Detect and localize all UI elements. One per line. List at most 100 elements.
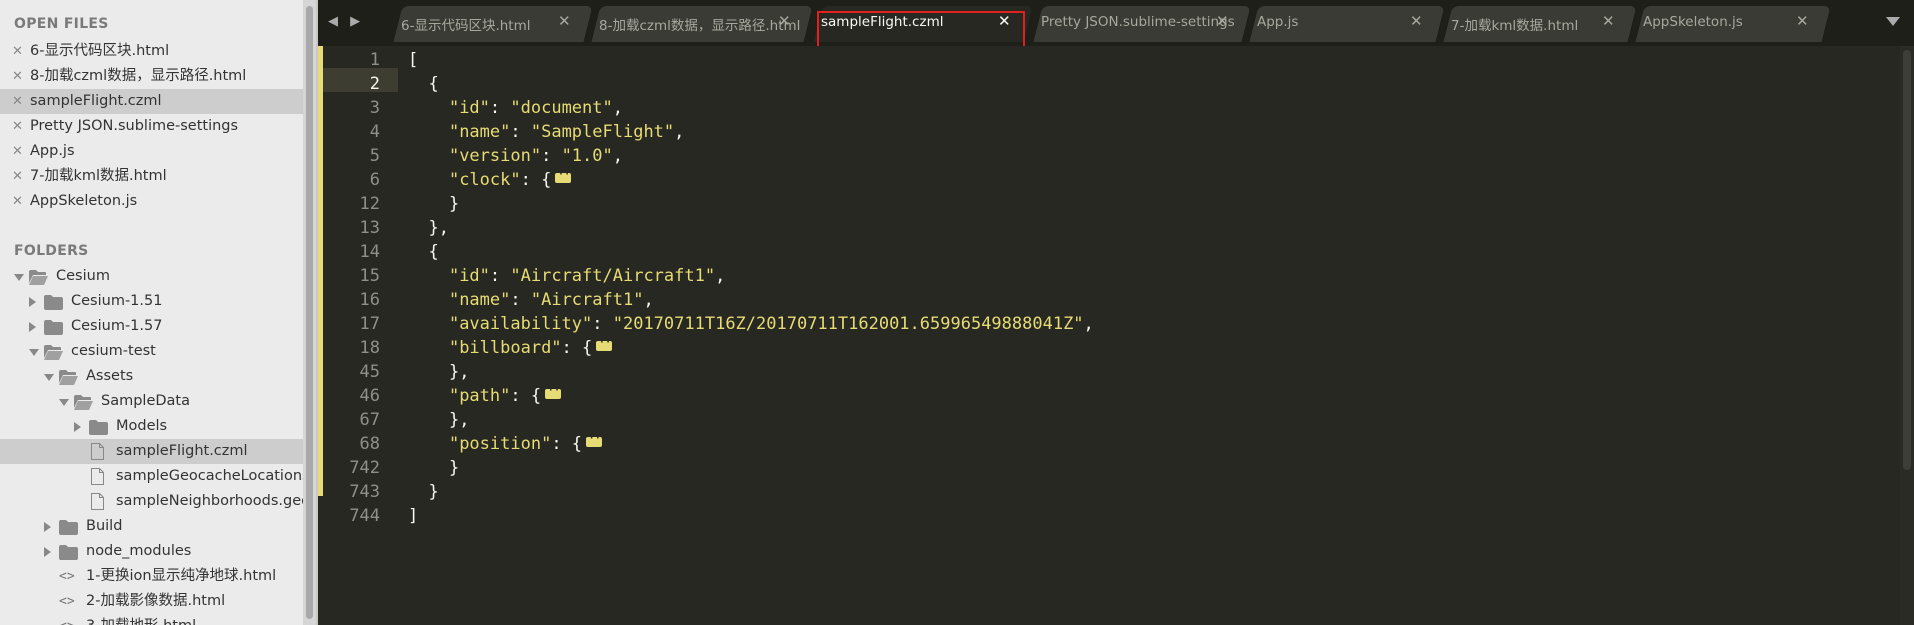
sidebar-scrollbar[interactable]	[303, 0, 316, 625]
open-file-item[interactable]: ✕ 8-加载czml数据，显示路径.html	[0, 64, 303, 89]
close-icon[interactable]: ✕	[12, 164, 23, 189]
tree-item[interactable]: Build	[0, 514, 303, 539]
disclosure-right-icon[interactable]	[29, 322, 36, 332]
disclosure-down-icon[interactable]	[59, 399, 69, 406]
tree-item[interactable]: Assets	[0, 364, 303, 389]
code-line[interactable]: "billboard": {	[408, 335, 617, 358]
open-file-item[interactable]: ✕ sampleFlight.czml	[0, 89, 303, 114]
line-number: 15	[359, 266, 380, 286]
line-number: 2	[369, 74, 380, 94]
close-icon[interactable]: ✕	[12, 114, 23, 139]
code-text: : "20170711T16Z/20170711T162001.65996549…	[592, 314, 1094, 334]
code-text: : "document",	[489, 98, 623, 118]
open-file-item[interactable]: ✕ Pretty JSON.sublime-settings	[0, 114, 303, 139]
tab-close-icon[interactable]: ✕	[1602, 12, 1615, 30]
open-file-item[interactable]: ✕ AppSkeleton.js	[0, 189, 303, 214]
tree-item[interactable]: Models	[0, 414, 303, 439]
close-icon[interactable]: ✕	[12, 39, 23, 64]
code-line[interactable]: }	[408, 482, 438, 502]
tree-item[interactable]: <> 1-更换ion显示纯净地球.html	[0, 564, 303, 589]
disclosure-right-icon[interactable]	[44, 522, 51, 532]
line-number: 68	[359, 434, 380, 454]
tab-label[interactable]: 8-加载czml数据，显示路径.html	[599, 14, 800, 34]
tree-item[interactable]: node_modules	[0, 539, 303, 564]
disclosure-right-icon[interactable]	[44, 547, 51, 557]
close-icon[interactable]: ✕	[12, 89, 23, 114]
disclosure-down-icon[interactable]	[29, 349, 39, 356]
tab-close-icon[interactable]: ✕	[778, 12, 791, 30]
folder-open-icon	[44, 344, 63, 360]
open-file-item[interactable]: ✕ 6-显示代码区块.html	[0, 39, 303, 64]
tree-item[interactable]: sampleGeocacheLocations.k	[0, 464, 303, 489]
code-line[interactable]: "name": "Aircraft1",	[408, 290, 654, 310]
tab-label[interactable]: 6-显示代码区块.html	[401, 14, 531, 34]
tree-item[interactable]: sampleFlight.czml	[0, 439, 303, 464]
disclosure-down-icon[interactable]	[14, 274, 24, 281]
tab-close-icon[interactable]: ✕	[1216, 12, 1229, 30]
code-line[interactable]: },	[408, 218, 448, 238]
code-line[interactable]: "path": {	[408, 383, 566, 406]
code-line[interactable]: },	[408, 410, 469, 430]
code-line[interactable]: {	[408, 242, 439, 262]
code-line[interactable]: ]	[408, 506, 418, 526]
code-text: }	[448, 458, 460, 478]
tree-item[interactable]: Cesium	[0, 264, 303, 289]
code-line[interactable]: "name": "SampleFlight",	[408, 122, 684, 142]
folded-region-icon[interactable]	[586, 431, 607, 447]
line-number: 18	[359, 338, 380, 358]
tab-label[interactable]: AppSkeleton.js	[1643, 14, 1743, 30]
code-line[interactable]: "position": {	[408, 431, 607, 454]
tree-item[interactable]: SampleData	[0, 389, 303, 414]
close-icon[interactable]: ✕	[12, 139, 23, 164]
tab-nav-arrows-icon[interactable]: ◀ ▶	[328, 14, 364, 29]
open-file-item[interactable]: ✕ App.js	[0, 139, 303, 164]
tree-item[interactable]: cesium-test	[0, 339, 303, 364]
code-line[interactable]: "clock": {	[408, 167, 576, 190]
open-files-title: OPEN FILES	[14, 16, 109, 32]
disclosure-right-icon[interactable]	[29, 297, 36, 307]
close-icon[interactable]: ✕	[12, 64, 23, 89]
tree-item[interactable]: <> 3-加载地形.html	[0, 614, 303, 625]
code-line[interactable]: },	[408, 362, 469, 382]
code-line[interactable]: }	[408, 458, 459, 478]
code-line[interactable]: "availability": "20170711T16Z/20170711T1…	[408, 314, 1094, 334]
tab-close-icon[interactable]: ✕	[1410, 12, 1423, 30]
code-editor[interactable]: 1[2 {3 "id": "document", 4 "name": "Sampl…	[318, 46, 1914, 625]
tree-item[interactable]: Cesium-1.57	[0, 314, 303, 339]
folder-open-icon	[74, 394, 93, 410]
code-line[interactable]: "id": "Aircraft/Aircraft1",	[408, 266, 725, 286]
tab-close-icon[interactable]: ✕	[1796, 12, 1809, 30]
tree-item-label: sampleGeocacheLocations.k	[116, 468, 303, 484]
code-line[interactable]: [	[408, 50, 418, 70]
editor-scrollbar[interactable]	[1900, 46, 1914, 625]
json-string-value: "SampleFlight"	[530, 122, 675, 142]
code-line[interactable]: }	[408, 194, 459, 214]
code-text: {	[428, 242, 439, 262]
tab-label[interactable]: Pretty JSON.sublime-settings	[1041, 14, 1235, 30]
tree-item-label: node_modules	[86, 543, 192, 559]
tab-close-icon[interactable]: ✕	[558, 12, 571, 30]
disclosure-right-icon[interactable]	[74, 422, 81, 432]
folded-region-icon[interactable]	[545, 383, 566, 399]
close-icon[interactable]: ✕	[12, 189, 23, 214]
tree-item[interactable]: <> 2-加载影像数据.html	[0, 589, 303, 614]
code-line[interactable]: "version": "1.0",	[408, 146, 623, 166]
tab-dropdown-icon[interactable]	[1886, 17, 1900, 26]
sidebar-scrollbar-thumb[interactable]	[306, 6, 313, 619]
tree-item[interactable]: Cesium-1.51	[0, 289, 303, 314]
code-line[interactable]: {	[408, 74, 438, 94]
line-number: 46	[359, 386, 380, 406]
tab-label[interactable]: App.js	[1257, 14, 1298, 30]
open-file-item[interactable]: ✕ 7-加载kml数据.html	[0, 164, 303, 189]
tree-item-label: sampleNeighborhoods.geoj	[116, 493, 303, 509]
folded-region-icon[interactable]	[555, 167, 576, 183]
disclosure-down-icon[interactable]	[44, 374, 54, 381]
folded-region-icon[interactable]	[596, 335, 617, 351]
tab-label[interactable]: 7-加载kml数据.html	[1451, 14, 1578, 34]
line-number: 4	[369, 122, 380, 142]
editor-scrollbar-thumb[interactable]	[1903, 50, 1911, 470]
tree-item[interactable]: sampleNeighborhoods.geoj	[0, 489, 303, 514]
code-line[interactable]: "id": "document",	[408, 98, 623, 118]
